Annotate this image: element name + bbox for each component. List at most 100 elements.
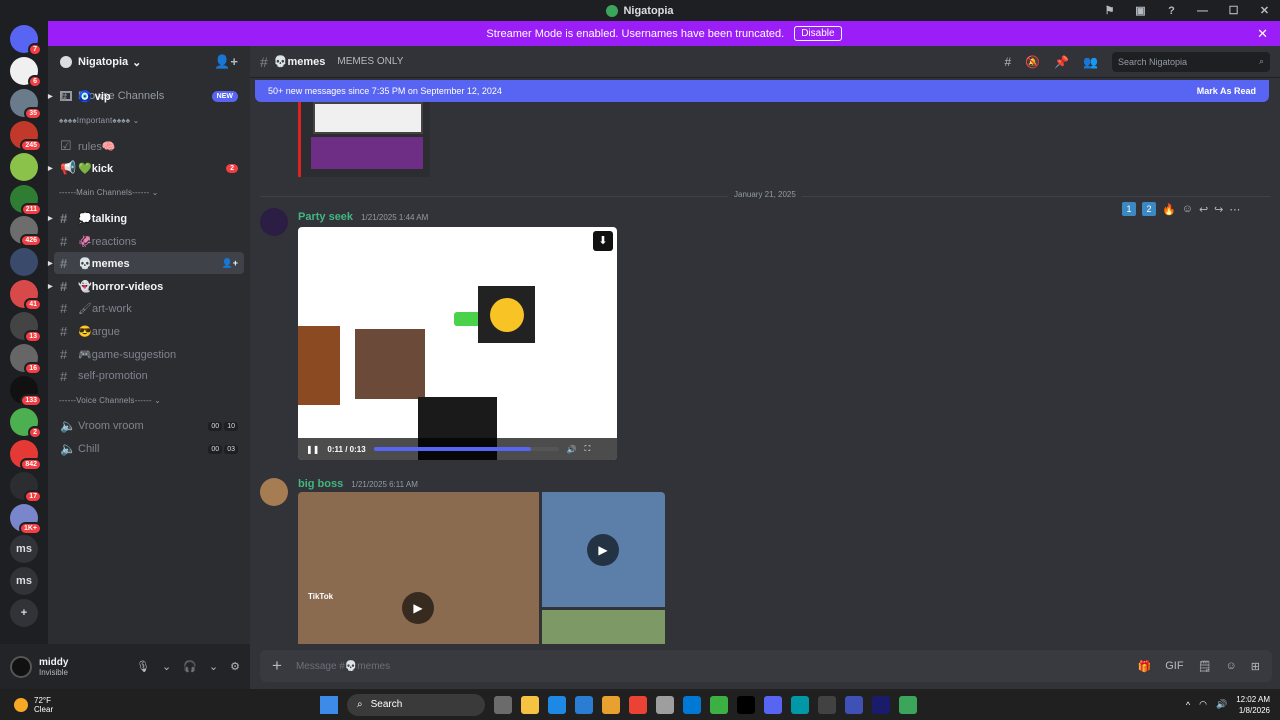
message-author[interactable]: Party seek xyxy=(298,211,353,223)
taskbar-app-icon[interactable] xyxy=(872,695,890,714)
headphones-icon[interactable]: 🎧 xyxy=(183,660,197,673)
server-icon[interactable]: 6 xyxy=(10,56,42,88)
channel-item[interactable]: # 😎argue xyxy=(54,320,244,342)
channel-item[interactable]: # self-promotion xyxy=(54,365,244,387)
gif-icon[interactable]: GIF xyxy=(1165,660,1183,673)
taskbar-app-icon[interactable] xyxy=(521,695,539,714)
attach-plus-icon[interactable]: + xyxy=(272,656,282,676)
weather-widget[interactable]: 72°F Clear xyxy=(0,696,53,714)
taskbar-search[interactable]: ⌕ Search xyxy=(347,693,485,716)
server-icon[interactable]: 842 xyxy=(10,439,42,471)
taskbar-app-icon[interactable] xyxy=(737,695,755,714)
volume-icon[interactable]: 🔊 xyxy=(567,445,577,454)
avatar[interactable] xyxy=(10,655,32,678)
minimize-icon[interactable]: — xyxy=(1187,5,1218,17)
video-player[interactable]: ⬇ ❚❚ 0:11 / 0:13 🔊 ⛶ xyxy=(298,227,617,460)
taskbar-app-icon[interactable] xyxy=(710,695,728,714)
taskbar-app-icon[interactable] xyxy=(791,695,809,714)
members-icon[interactable]: 👥 xyxy=(1083,55,1098,69)
wifi-icon[interactable]: ◠ xyxy=(1199,699,1207,710)
server-icon[interactable] xyxy=(10,248,38,277)
screen-icon[interactable]: ▣ xyxy=(1125,4,1156,17)
taskbar-app-icon[interactable] xyxy=(899,695,917,714)
close-icon[interactable]: ✕ xyxy=(1249,4,1280,17)
clock[interactable]: 12:02 AM 1/8/2026 xyxy=(1236,694,1270,716)
help-icon[interactable]: ? xyxy=(1156,5,1187,17)
taskbar-app-icon[interactable] xyxy=(494,695,512,714)
channel-item[interactable]: ▶ # 💀memes 👤+ xyxy=(48,252,244,274)
taskbar-app-icon[interactable] xyxy=(818,695,836,714)
mute-icon[interactable]: 🔕 xyxy=(1025,55,1040,69)
sticker-icon[interactable]: 🗒 xyxy=(1198,660,1212,673)
channel-category[interactable]: ♠♠♠♠Important♠♠♠♠ ⌄ xyxy=(54,116,140,125)
video-attachment[interactable] xyxy=(542,610,665,644)
channel-topic[interactable]: MEMES ONLY xyxy=(337,56,403,67)
channel-item[interactable]: ▶ 📢 💚kick 2 xyxy=(48,157,244,179)
gear-icon[interactable]: ⚙ xyxy=(230,660,240,673)
chevron-down-icon[interactable]: ⌄ xyxy=(209,660,218,673)
fire-reaction-icon[interactable]: 🔥 xyxy=(1162,203,1176,216)
reaction-two[interactable]: 2 xyxy=(1142,202,1156,216)
server-icon[interactable]: 13 xyxy=(10,312,42,344)
maximize-icon[interactable]: ☐ xyxy=(1218,4,1249,17)
channel-item[interactable]: ▶ # 👻horror-videos xyxy=(48,275,244,297)
reply-icon[interactable]: ↩ xyxy=(1199,203,1208,216)
taskbar-app-icon[interactable] xyxy=(845,695,863,714)
server-icon[interactable]: 133 xyxy=(10,375,42,407)
mark-as-read-button[interactable]: Mark As Read xyxy=(1197,86,1256,96)
more-icon[interactable]: ⋯ xyxy=(1229,203,1240,216)
server-folder-17[interactable]: ms xyxy=(10,567,38,596)
server-icon[interactable]: 7 xyxy=(10,25,42,56)
video-progress-bar[interactable] xyxy=(373,447,559,451)
chevron-down-icon[interactable]: ⌄ xyxy=(162,660,171,673)
channel-item[interactable]: # 🎮game-suggestion xyxy=(54,343,244,365)
download-icon[interactable]: ⬇ xyxy=(593,231,613,251)
taskbar-app-icon[interactable] xyxy=(548,695,566,714)
channel-item[interactable]: 🔈 Chill 00 03 xyxy=(54,438,244,460)
invite-icon[interactable]: 👤+ xyxy=(214,54,238,70)
server-icon[interactable]: 41 xyxy=(10,280,42,312)
server-icon[interactable]: 211 xyxy=(10,184,42,216)
server-folder-16[interactable]: ms xyxy=(10,535,38,564)
taskbar-app-icon[interactable] xyxy=(656,695,674,714)
channel-item[interactable]: ▶ # 🧿 vip xyxy=(48,85,244,107)
server-icon[interactable] xyxy=(10,152,38,181)
server-icon[interactable]: 245 xyxy=(10,120,42,152)
invite-icon[interactable]: 👤+ xyxy=(222,258,238,269)
server-icon[interactable]: 2 xyxy=(10,407,42,439)
forward-icon[interactable]: ↪ xyxy=(1214,203,1223,216)
server-folder-18[interactable]: + xyxy=(10,599,38,628)
server-icon[interactable]: 17 xyxy=(10,471,42,503)
fullscreen-icon[interactable]: ⛶ xyxy=(585,444,591,454)
chevron-up-icon[interactable]: ^ xyxy=(1186,700,1190,710)
taskbar-app-icon[interactable] xyxy=(683,695,701,714)
taskbar-app-icon[interactable] xyxy=(764,695,782,714)
reaction-one[interactable]: 1 xyxy=(1122,202,1136,216)
volume-icon[interactable]: 🔊 xyxy=(1216,699,1227,710)
channel-category[interactable]: ------Main Channels------ ⌄ xyxy=(54,188,159,197)
microphone-icon[interactable]: 🎙 xyxy=(136,660,150,673)
search-input[interactable]: Search Nigatopia ⌕ xyxy=(1112,51,1270,72)
channel-item[interactable]: # 🖌art-work xyxy=(54,297,244,319)
threads-icon[interactable]: # xyxy=(1004,55,1011,69)
server-icon[interactable]: 35 xyxy=(10,88,42,120)
video-attachment[interactable]: TikTok ▶ xyxy=(298,492,539,644)
play-icon[interactable]: ▶ xyxy=(402,592,434,624)
user-info[interactable]: middy Invisible xyxy=(39,657,68,677)
feedback-icon[interactable]: ⚑ xyxy=(1094,4,1125,17)
close-icon[interactable]: ✕ xyxy=(1257,26,1268,42)
taskbar-app-icon[interactable] xyxy=(602,695,620,714)
taskbar-app-icon[interactable] xyxy=(575,695,593,714)
message-author[interactable]: big boss xyxy=(298,478,343,490)
pause-icon[interactable]: ❚❚ xyxy=(306,445,319,454)
server-icon[interactable]: 1K+ xyxy=(10,503,42,535)
taskbar-app-icon[interactable] xyxy=(629,695,647,714)
add-reaction-icon[interactable]: ☺ xyxy=(1182,203,1193,215)
avatar[interactable] xyxy=(260,478,288,506)
channel-item[interactable]: ▶ # 💭talking xyxy=(48,207,244,229)
channel-item[interactable]: 🔈 Vroom vroom 00 10 xyxy=(54,415,244,437)
gift-icon[interactable]: 🎁 xyxy=(1138,660,1152,673)
pin-icon[interactable]: 📌 xyxy=(1054,55,1069,69)
server-icon[interactable]: 426 xyxy=(10,216,42,248)
emoji-icon[interactable]: ☺ xyxy=(1226,660,1237,673)
